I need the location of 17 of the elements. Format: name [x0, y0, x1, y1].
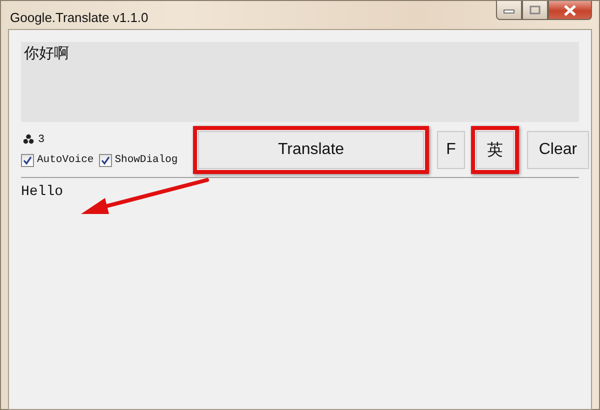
action-button[interactable]: Clear	[527, 131, 589, 169]
window-title: Google.Translate v1.1.0	[9, 8, 148, 24]
maximize-icon	[529, 5, 541, 15]
minimize-button[interactable]	[496, 1, 522, 20]
checkbox[interactable]	[98, 154, 112, 166]
checkbox-label: AutoVoice	[37, 154, 94, 166]
input-field[interactable]: 你好啊	[21, 42, 579, 122]
close-icon	[563, 4, 577, 16]
close-button[interactable]	[548, 1, 592, 20]
action-button[interactable]: Translate	[198, 131, 424, 169]
maximize-button[interactable]	[522, 1, 548, 20]
checkbox[interactable]	[21, 154, 34, 166]
output-text: Hello	[21, 184, 64, 200]
counter-text: 3	[38, 134, 45, 146]
checkbox-label: ShowDialog	[114, 154, 178, 166]
action-button[interactable]: 英	[476, 131, 514, 169]
action-button[interactable]: F	[437, 131, 465, 169]
